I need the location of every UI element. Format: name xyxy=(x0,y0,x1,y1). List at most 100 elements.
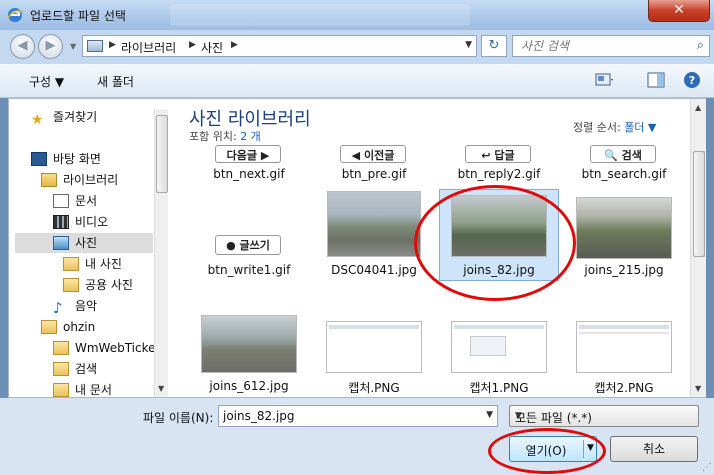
file-name: btn_search.gif xyxy=(581,167,667,181)
breadcrumb-separator[interactable]: ▶ xyxy=(231,40,238,50)
sidebar-item-libraries[interactable]: 라이브러리 xyxy=(41,170,118,190)
folder-icon xyxy=(53,341,69,355)
help-icon[interactable]: ? xyxy=(682,71,702,89)
file-tile[interactable]: 🔍 검색 btn_search.gif xyxy=(564,145,684,185)
folder-icon xyxy=(63,278,79,292)
address-bar[interactable]: ▶ 라이브러리 ▶ 사진 ▶ ▼ xyxy=(82,35,477,57)
new-folder-button[interactable]: 새 폴더 xyxy=(97,73,134,90)
breadcrumb-libraries[interactable]: 라이브러리 xyxy=(121,39,176,56)
file-name: btn_write1.gif xyxy=(207,263,291,277)
file-thumbnail xyxy=(576,197,672,259)
file-thumbnail: 🔍 검색 xyxy=(590,145,656,163)
sidebar-item-label: 사진 xyxy=(75,236,98,250)
organize-button[interactable]: 구성 ▼ xyxy=(29,73,64,90)
breadcrumb-pictures[interactable]: 사진 xyxy=(201,39,223,56)
window-title: 업로드할 파일 선택 xyxy=(30,9,126,23)
preview-pane-icon[interactable] xyxy=(646,71,666,89)
view-options-icon[interactable] xyxy=(594,71,614,89)
sidebar-item-pictures[interactable]: 사진 xyxy=(15,233,153,253)
filetype-dropdown-icon[interactable]: ▼ xyxy=(515,411,693,421)
sidebar-item-favorites[interactable]: ★ 즐겨찾기 xyxy=(31,107,97,128)
filename-input[interactable] xyxy=(219,406,474,426)
forward-button[interactable]: ▶ xyxy=(38,34,63,59)
sidebar-item-searches[interactable]: 검색 xyxy=(53,359,97,379)
file-name: btn_pre.gif xyxy=(341,167,407,181)
sidebar-item-label: 문서 xyxy=(75,194,98,208)
refresh-button[interactable]: ↻ xyxy=(481,35,507,57)
file-name: joins_215.jpg xyxy=(584,263,664,277)
sidebar-item-my-documents[interactable]: 내 문서 xyxy=(53,380,112,397)
file-tile[interactable]: ◀ 이전글 btn_pre.gif xyxy=(314,145,434,185)
file-name: DSC04041.jpg xyxy=(331,263,417,277)
close-button[interactable]: ✕ xyxy=(648,0,710,22)
back-button[interactable]: ◀ xyxy=(10,34,35,59)
file-thumbnail xyxy=(451,195,547,257)
address-row: ◀ ▶ ▼ ▶ 라이브러리 ▶ 사진 ▶ ▼ ↻ ⌕ xyxy=(0,30,714,64)
filename-combobox[interactable]: ▼ xyxy=(218,405,498,427)
library-icon xyxy=(41,173,57,187)
file-name: btn_reply2.gif xyxy=(457,167,541,181)
breadcrumb-separator[interactable]: ▶ xyxy=(109,40,116,50)
scroll-down-icon[interactable]: ▼ xyxy=(158,384,164,393)
arrange-by: 정렬 순서: 폴더 ▼ xyxy=(573,119,656,135)
filetype-select[interactable]: 모든 파일 (*.*) ▼ xyxy=(509,405,699,427)
open-button[interactable]: 열기(O) ▼ xyxy=(509,436,597,462)
search-box[interactable]: ⌕ xyxy=(512,35,710,57)
file-thumbnail xyxy=(576,321,672,373)
file-tile[interactable]: joins_82.jpg xyxy=(439,189,559,281)
resize-grip-icon[interactable]: ⋰ xyxy=(702,462,712,473)
sidebar-item-desktop[interactable]: 바탕 화면 xyxy=(31,149,101,169)
scroll-down-icon[interactable]: ▼ xyxy=(695,384,701,393)
sidebar-item-label: 바탕 화면 xyxy=(53,152,101,166)
file-list-scrollbar[interactable]: ▲ ▼ xyxy=(690,99,706,397)
sidebar-item-videos[interactable]: 비디오 xyxy=(53,212,108,232)
open-options-dropdown-icon[interactable]: ▼ xyxy=(587,443,594,453)
file-tile[interactable]: DSC04041.jpg xyxy=(314,189,434,279)
scrollbar-thumb[interactable] xyxy=(156,115,168,193)
user-folder-icon xyxy=(41,320,57,334)
file-tile[interactable]: ● 글쓰기 btn_write1.gif xyxy=(189,189,309,279)
filename-dropdown-icon[interactable]: ▼ xyxy=(486,410,493,420)
file-name: joins_82.jpg xyxy=(463,263,535,277)
dialog-footer: 파일 이름(N): ▼ 모든 파일 (*.*) ▼ 열기(O) ▼ 취소 ⋰ xyxy=(0,398,714,475)
recent-pages-dropdown[interactable]: ▼ xyxy=(70,42,76,51)
file-tile[interactable]: ↩ 답글 btn_reply2.gif xyxy=(439,145,559,185)
title-bar-background xyxy=(170,4,470,26)
sidebar-item-my-pictures[interactable]: 내 사진 xyxy=(63,254,122,274)
includes-locations-link[interactable]: 2 개 xyxy=(240,130,261,143)
cancel-button[interactable]: 취소 xyxy=(610,436,698,462)
search-input[interactable] xyxy=(513,36,683,56)
scrollbar-thumb[interactable] xyxy=(693,151,705,257)
sidebar-item-public-pictures[interactable]: 공용 사진 xyxy=(63,275,133,295)
file-tile[interactable]: 다음글 ▶ btn_next.gif xyxy=(189,145,309,185)
file-thumbnail: ● 글쓰기 xyxy=(215,235,281,255)
file-thumbnail xyxy=(326,321,422,373)
filename-label: 파일 이름(N): xyxy=(143,411,214,425)
open-button-label: 열기(O) xyxy=(525,444,567,458)
title-bar: 업로드할 파일 선택 ✕ xyxy=(0,0,714,30)
file-tile[interactable]: joins_215.jpg xyxy=(564,189,684,279)
file-thumbnail: 다음글 ▶ xyxy=(215,145,281,163)
file-thumbnail: ↩ 답글 xyxy=(465,145,531,163)
pictures-icon xyxy=(53,236,69,250)
sidebar-item-wmwebticker[interactable]: WmWebTicker xyxy=(53,338,160,358)
breadcrumb-separator[interactable]: ▶ xyxy=(189,40,196,50)
sidebar-item-ohzin[interactable]: ohzin xyxy=(41,317,95,337)
file-name: joins_612.jpg xyxy=(209,379,289,393)
file-tile[interactable]: 캡처2.PNG xyxy=(564,313,684,395)
search-icon[interactable]: ⌕ xyxy=(697,38,704,53)
sidebar-item-music[interactable]: ♪ 음악 xyxy=(53,296,97,317)
file-name: 캡처2.PNG xyxy=(594,381,654,395)
sidebar-item-label: 내 사진 xyxy=(85,257,122,271)
folder-icon xyxy=(63,257,79,271)
library-includes: 포함 위치: 2 개 xyxy=(189,128,261,144)
file-tile[interactable]: joins_612.jpg xyxy=(189,313,309,395)
file-tile[interactable]: 캡처.PNG xyxy=(314,313,434,395)
file-thumbnail: ◀ 이전글 xyxy=(340,145,406,163)
scroll-up-icon[interactable]: ▲ xyxy=(695,103,701,112)
file-tile[interactable]: 캡처1.PNG xyxy=(439,313,559,395)
sort-dropdown[interactable]: 폴더 ▼ xyxy=(624,121,656,134)
address-dropdown-icon[interactable]: ▼ xyxy=(465,40,472,50)
navigation-scrollbar[interactable]: ▼ xyxy=(154,109,168,397)
sidebar-item-documents[interactable]: 문서 xyxy=(53,191,97,211)
